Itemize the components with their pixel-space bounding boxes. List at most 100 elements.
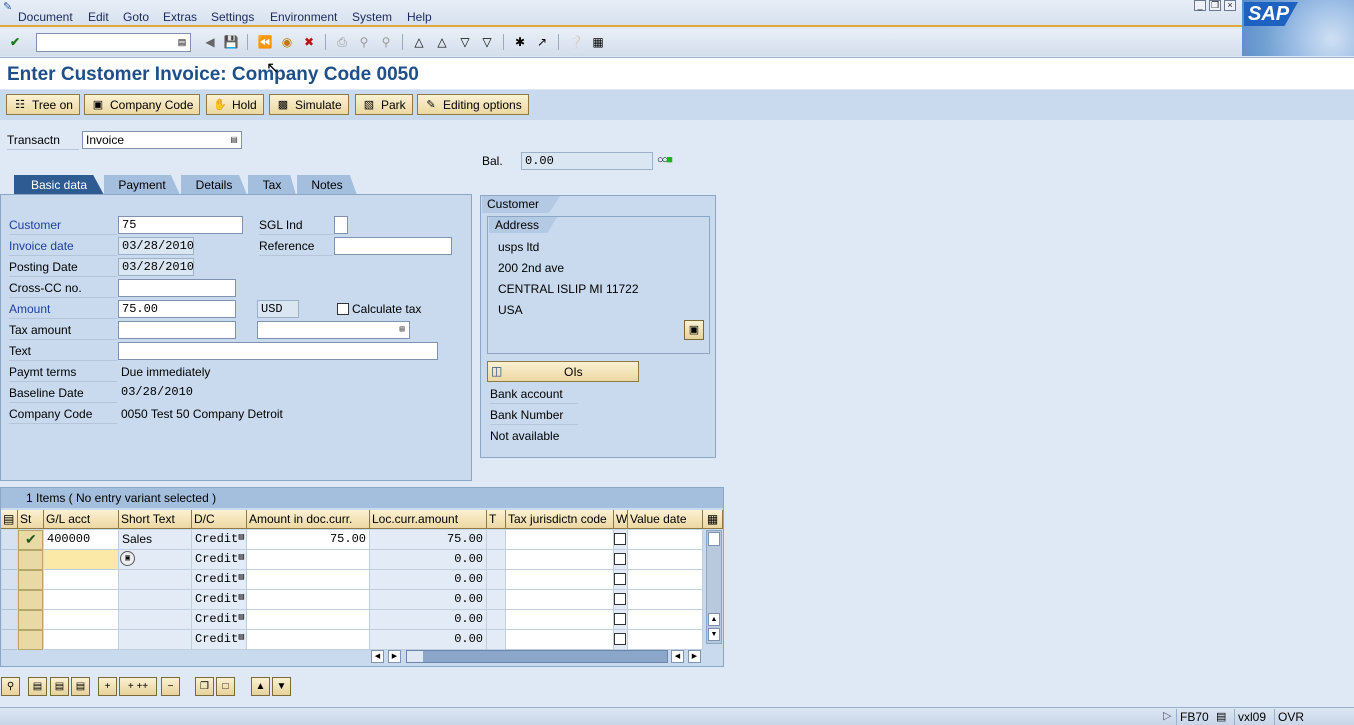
table-cell[interactable] xyxy=(614,630,628,650)
col-short-text[interactable]: Short Text xyxy=(119,510,192,529)
row-checkbox[interactable] xyxy=(614,553,626,565)
shortcut-icon[interactable]: ↗ xyxy=(533,33,551,51)
table-cell[interactable] xyxy=(614,570,628,590)
table-cell[interactable] xyxy=(614,590,628,610)
menu-environment[interactable]: Environment xyxy=(270,10,337,24)
transactn-select[interactable]: Invoice ▤ xyxy=(82,131,242,149)
table-cell[interactable] xyxy=(506,590,614,610)
table-cell[interactable] xyxy=(614,550,628,570)
table-cell[interactable] xyxy=(628,590,703,610)
row-checkbox[interactable] xyxy=(614,533,626,545)
save-icon[interactable]: 💾 xyxy=(222,33,240,51)
table-cell[interactable] xyxy=(628,530,703,550)
table-cell[interactable]: 75.00 xyxy=(370,530,487,550)
dropdown-icon[interactable]: ▤ xyxy=(239,552,244,562)
row-selector[interactable] xyxy=(2,630,17,650)
sgl-ind-input[interactable] xyxy=(334,216,348,234)
restore-icon[interactable]: ❐ xyxy=(1209,0,1221,11)
dropdown-icon[interactable]: ▤ xyxy=(239,532,244,542)
scroll-up-icon[interactable]: ▲ xyxy=(708,613,720,626)
print-icon[interactable]: ⎙ xyxy=(333,33,351,51)
table-cell[interactable]: Credit ▤ xyxy=(192,550,247,570)
dropdown-icon[interactable]: ▤ xyxy=(239,612,244,622)
table-cell[interactable] xyxy=(119,590,192,610)
enter-check-icon[interactable]: ✔ xyxy=(6,33,24,51)
table-cell[interactable]: 0.00 xyxy=(370,610,487,630)
address-detail-icon[interactable]: ▣ xyxy=(684,320,704,340)
tax-code-select[interactable]: ▤ xyxy=(257,321,410,339)
insert-row-icon[interactable]: + xyxy=(98,677,117,696)
scroll-first-icon[interactable]: ◀ xyxy=(371,650,384,663)
table-cell[interactable] xyxy=(487,550,506,570)
tab-tax[interactable]: Tax xyxy=(248,175,296,195)
col-tax-jurisdiction[interactable]: Tax jurisdictn code xyxy=(506,510,614,529)
deselect-rows-icon[interactable]: ▤ xyxy=(50,677,69,696)
find-icon[interactable]: ⚲ xyxy=(355,33,373,51)
dropdown-icon[interactable]: ▤ xyxy=(239,592,244,602)
table-cell[interactable] xyxy=(506,550,614,570)
table-cell[interactable] xyxy=(487,630,506,650)
table-cell[interactable] xyxy=(487,530,506,550)
table-cell[interactable]: 0.00 xyxy=(370,590,487,610)
paste-icon[interactable]: □ xyxy=(216,677,235,696)
table-cell[interactable]: Credit ▤ xyxy=(192,570,247,590)
customer-tab[interactable]: Customer xyxy=(482,196,560,213)
filter-icon[interactable]: ▼ xyxy=(272,677,291,696)
hold-button[interactable]: ✋ Hold xyxy=(206,94,264,115)
row-checkbox[interactable] xyxy=(614,573,626,585)
create-session-icon[interactable]: ✱ xyxy=(511,33,529,51)
menu-document[interactable]: Document xyxy=(18,10,73,24)
col-amount-doc[interactable]: Amount in doc.curr. xyxy=(247,510,370,529)
search-help-icon[interactable]: ▣ xyxy=(120,551,135,566)
back-arrow-icon[interactable]: ◀ xyxy=(201,33,219,51)
table-cell[interactable] xyxy=(628,610,703,630)
table-cell[interactable] xyxy=(119,610,192,630)
sort-icon[interactable]: ▲ xyxy=(251,677,270,696)
insert-mode[interactable]: OVR xyxy=(1274,709,1307,725)
next-page-icon[interactable]: ▽ xyxy=(456,33,474,51)
help-icon[interactable]: ❔ xyxy=(567,33,585,51)
tab-details[interactable]: Details xyxy=(181,175,247,195)
table-cell[interactable]: ▣ xyxy=(119,550,192,570)
previous-page-icon[interactable]: △ xyxy=(433,33,451,51)
layout-icon[interactable]: ▦ xyxy=(589,33,607,51)
simulate-button[interactable]: ▩ Simulate xyxy=(269,94,349,115)
table-cell[interactable] xyxy=(628,630,703,650)
copy-icon[interactable]: ❐ xyxy=(195,677,214,696)
table-cell[interactable] xyxy=(487,590,506,610)
table-cell[interactable] xyxy=(247,590,370,610)
table-cell[interactable] xyxy=(44,630,119,650)
row-selector[interactable] xyxy=(2,550,17,570)
tab-basic-data[interactable]: Basic data xyxy=(14,175,104,195)
first-page-icon[interactable]: △ xyxy=(410,33,428,51)
menu-extras[interactable]: Extras xyxy=(163,10,197,24)
table-cell[interactable] xyxy=(614,530,628,550)
table-cell[interactable]: Credit ▤ xyxy=(192,590,247,610)
table-cell[interactable] xyxy=(44,570,119,590)
table-cell[interactable]: Credit ▤ xyxy=(192,530,247,550)
table-cell[interactable]: 400000 xyxy=(44,530,119,550)
table-cell[interactable] xyxy=(506,530,614,550)
row-selector[interactable] xyxy=(2,590,17,610)
scroll-down-icon[interactable]: ▼ xyxy=(708,628,720,641)
app-icon[interactable]: ✎ xyxy=(3,0,12,13)
table-cell[interactable]: 0.00 xyxy=(370,630,487,650)
tab-notes[interactable]: Notes xyxy=(297,175,357,195)
col-st[interactable]: St xyxy=(18,510,44,529)
menu-goto[interactable]: Goto xyxy=(123,10,149,24)
customer-input[interactable]: 75 xyxy=(118,216,243,234)
calculate-tax-checkbox[interactable] xyxy=(337,303,349,315)
last-page-icon[interactable]: ▽ xyxy=(478,33,496,51)
menu-edit[interactable]: Edit xyxy=(88,10,109,24)
dropdown-icon[interactable]: ▤ xyxy=(229,134,239,146)
col-w[interactable]: W xyxy=(614,510,628,529)
amount-input[interactable]: 75.00 xyxy=(118,300,236,318)
col-dc[interactable]: D/C xyxy=(192,510,247,529)
command-dropdown-icon[interactable]: ▤ xyxy=(176,36,188,49)
table-cell[interactable] xyxy=(44,590,119,610)
park-button[interactable]: ▧ Park xyxy=(355,94,413,115)
dropdown-icon[interactable]: ▤ xyxy=(397,324,407,336)
cross-cc-input[interactable] xyxy=(118,279,236,297)
table-cell[interactable] xyxy=(44,610,119,630)
scroll-thumb[interactable] xyxy=(708,532,720,546)
